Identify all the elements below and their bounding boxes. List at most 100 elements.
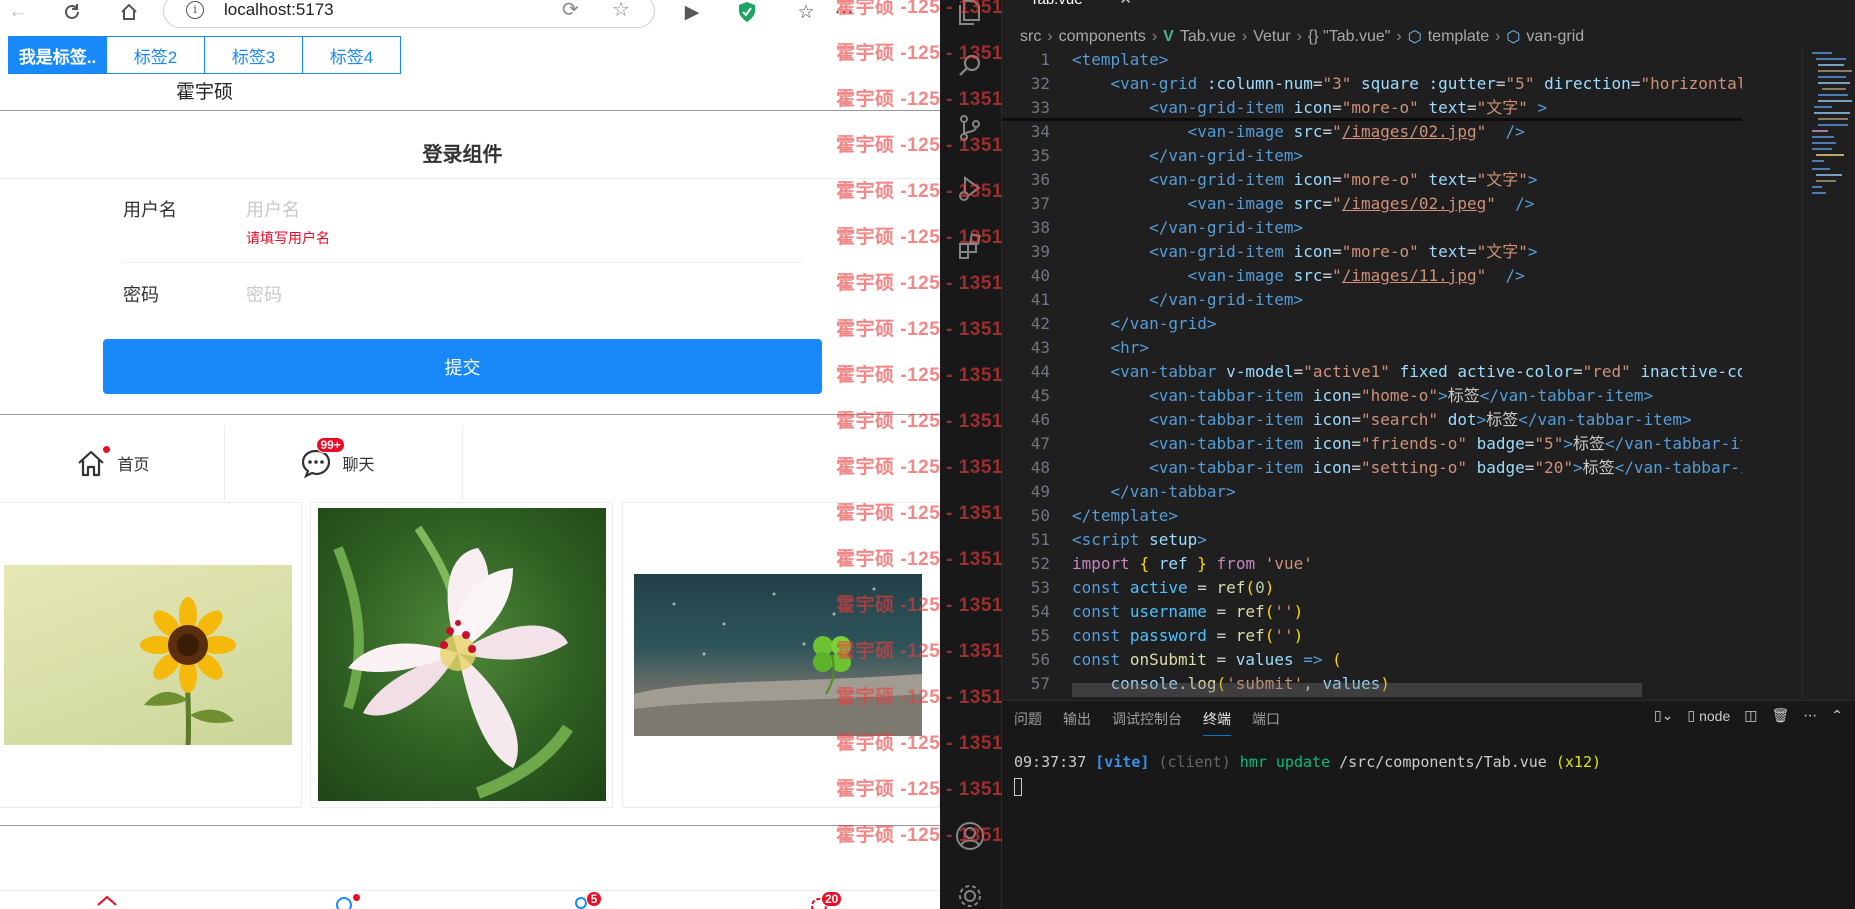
password-label: 密码 — [123, 285, 159, 305]
panel-actions: ▯⌄ ▯ node ◫ 🗑 ⋯ ⌃ — [1640, 707, 1843, 724]
tabbar-label: 聊天 — [342, 456, 375, 474]
notification-dot — [102, 444, 112, 454]
panel-tabs: 问题 输出 调试控制台 终端 端口 — [1014, 709, 1301, 736]
code-line: 37 <van-image src="/images/02.jpeg" /> — [1030, 194, 1535, 213]
code-line: 52 import { ref } from 'vue' — [1030, 554, 1313, 573]
close-icon[interactable]: ✕ — [1119, 0, 1132, 8]
breadcrumb-item[interactable]: {} "Tab.vue" — [1308, 28, 1391, 46]
watermark-text: 霍宇硕 -125 - 1351 — [836, 181, 1003, 202]
code-line: 55 const password = ref('') — [1030, 626, 1304, 645]
bookmark-star-icon[interactable]: ☆ — [612, 0, 630, 22]
submit-button[interactable]: 提交 — [103, 339, 822, 394]
panel-tab-terminal[interactable]: 终端 — [1203, 709, 1231, 736]
code-line: 42 </van-grid> — [1030, 314, 1217, 333]
divider — [0, 414, 940, 415]
breadcrumb-item[interactable]: components — [1059, 28, 1146, 46]
code-line: 48 <van-tabbar-item icon="setting-o" bad… — [1030, 458, 1742, 477]
terminal-name[interactable]: node — [1699, 708, 1730, 724]
new-terminal-icon[interactable]: ▯⌄ — [1654, 707, 1673, 724]
breadcrumb-item[interactable]: template — [1428, 28, 1489, 46]
breadcrumb-item[interactable]: Tab.vue — [1180, 28, 1236, 46]
address-bar[interactable]: i localhost:5173 ⟳ ☆ — [163, 0, 655, 28]
settings-icon[interactable]: 20 — [808, 891, 843, 909]
play-icon[interactable]: ▶ — [678, 0, 706, 24]
friends-badge: 5 — [586, 891, 602, 907]
username-text: 霍宇硕 — [176, 82, 234, 103]
login-title: 登录组件 — [422, 144, 503, 166]
terminal-tag: [vite] — [1095, 753, 1150, 771]
code-line: 50 </template> — [1030, 506, 1178, 525]
code-line: 34 <van-image src="/images/02.jpg" /> — [1030, 122, 1525, 141]
panel-tab-ports[interactable]: 端口 — [1252, 709, 1280, 736]
divider — [0, 110, 940, 111]
username-error: 请填写用户名 — [246, 230, 330, 246]
chevron-up-icon[interactable]: ⌃ — [1831, 707, 1843, 724]
reload-icon[interactable] — [58, 0, 86, 24]
translate-icon[interactable]: ⟳ — [562, 0, 579, 22]
tabbar-item-chat[interactable]: 99+ 聊天 — [225, 425, 450, 500]
split-terminal-icon[interactable]: ◫ — [1744, 707, 1757, 724]
editor-tab[interactable]: Tab.vue ✕ — [1002, 0, 1142, 11]
watermark-text: 霍宇硕 -125 - 1351 — [836, 733, 1003, 754]
terminal-output[interactable]: 09:37:37 [vite] (client) hmr update /src… — [1014, 753, 1601, 771]
watermark-text: 霍宇硕 -125 - 1351 — [836, 411, 1003, 432]
breadcrumb-item[interactable]: van-grid — [1526, 28, 1584, 46]
friends-icon[interactable]: 5 — [573, 891, 602, 909]
screen: ← i localhost:5173 ⟳ ☆ ▶ ☆ ⋯ 我是标签.. 标签2 — [0, 0, 1855, 909]
tab-1[interactable]: 我是标签.. — [8, 36, 107, 74]
shield-extension-icon[interactable] — [733, 0, 761, 24]
home-icon[interactable] — [96, 895, 118, 909]
tab-3[interactable]: 标签3 — [204, 36, 303, 74]
minimap[interactable] — [1808, 48, 1855, 698]
tabbar-item-home[interactable]: 首页 — [0, 425, 225, 500]
home-icon[interactable] — [115, 0, 143, 24]
code-line: 51 <script setup> — [1030, 530, 1207, 549]
more-actions-icon[interactable]: ⋯ — [1803, 707, 1817, 724]
watermark-text: 霍宇硕 -125 - 1351 — [836, 319, 1003, 340]
code-line: 46 <van-tabbar-item icon="search" dot>标签… — [1030, 410, 1692, 429]
code-line: 32 <van-grid :column-num="3" square :gut… — [1030, 74, 1742, 93]
watermark-text: 霍宇硕 -125 - 1351 — [836, 549, 1003, 570]
breadcrumb-item[interactable]: src — [1020, 28, 1041, 46]
watermark-text: 霍宇硕 -125 - 1351 — [836, 641, 1003, 662]
watermark-text: 霍宇硕 -125 - 1351 — [836, 779, 1003, 800]
code-line: 54 const username = ref('') — [1030, 602, 1304, 621]
breadcrumb-item[interactable]: Vetur — [1253, 28, 1290, 46]
watermark-text: 霍宇硕 -125 - 1351 — [836, 595, 1003, 616]
tab-2[interactable]: 标签2 — [106, 36, 205, 74]
panel-tab-problems[interactable]: 问题 — [1014, 709, 1042, 736]
symbol-icon: ⬡ — [1407, 29, 1422, 46]
search-icon[interactable] — [334, 893, 361, 909]
terminal-path: /src/components/Tab.vue — [1339, 753, 1547, 771]
divider — [0, 825, 940, 826]
site-info-icon[interactable]: i — [186, 1, 204, 19]
van-tabs: 我是标签.. 标签2 标签3 标签4 — [8, 36, 401, 74]
back-icon[interactable]: ← — [4, 0, 32, 24]
code-line: 41 </van-grid-item> — [1030, 290, 1304, 309]
terminal-client: (client) — [1158, 753, 1231, 771]
settings-gear-icon[interactable] — [952, 878, 988, 909]
symbol-icon: ⬡ — [1506, 29, 1521, 46]
watermark-text: 霍宇硕 -125 - 1351 — [836, 135, 1003, 156]
terminal-count: (x12) — [1555, 753, 1602, 771]
trash-icon[interactable]: 🗑 — [1771, 707, 1789, 724]
password-input[interactable]: 密码 — [246, 281, 282, 307]
vscode-window: Tab.vue ✕ src› components› V Tab.vue› Ve… — [940, 0, 1855, 909]
url-text: localhost:5173 — [224, 0, 334, 19]
horizontal-scrollbar[interactable] — [1072, 683, 1642, 697]
panel-tab-debug-console[interactable]: 调试控制台 — [1112, 709, 1182, 736]
code-line: 1 <template> — [1040, 50, 1169, 69]
code-line: 40 <van-image src="/images/11.jpg" /> — [1030, 266, 1525, 285]
code-line: 36 <van-grid-item icon="more-o" text="文字… — [1030, 170, 1538, 189]
panel-tab-output[interactable]: 输出 — [1063, 709, 1091, 736]
username-label: 用户名 — [123, 200, 177, 220]
terminal-cursor — [1014, 778, 1022, 796]
tab-4[interactable]: 标签4 — [302, 36, 401, 74]
favorites-icon[interactable]: ☆ — [792, 0, 820, 24]
username-input[interactable]: 用户名 — [246, 196, 300, 222]
watermark-text: 霍宇硕 -125 - 1351 — [836, 457, 1003, 478]
code-editor[interactable]: 1 <template> 32 <van-grid :column-num="3"… — [1002, 48, 1742, 698]
notification-dot — [352, 893, 361, 902]
watermark-text: 霍宇硕 -125 - 1351 — [836, 227, 1003, 248]
code-line: 33 <van-grid-item icon="more-o" text="文字… — [1030, 98, 1548, 117]
